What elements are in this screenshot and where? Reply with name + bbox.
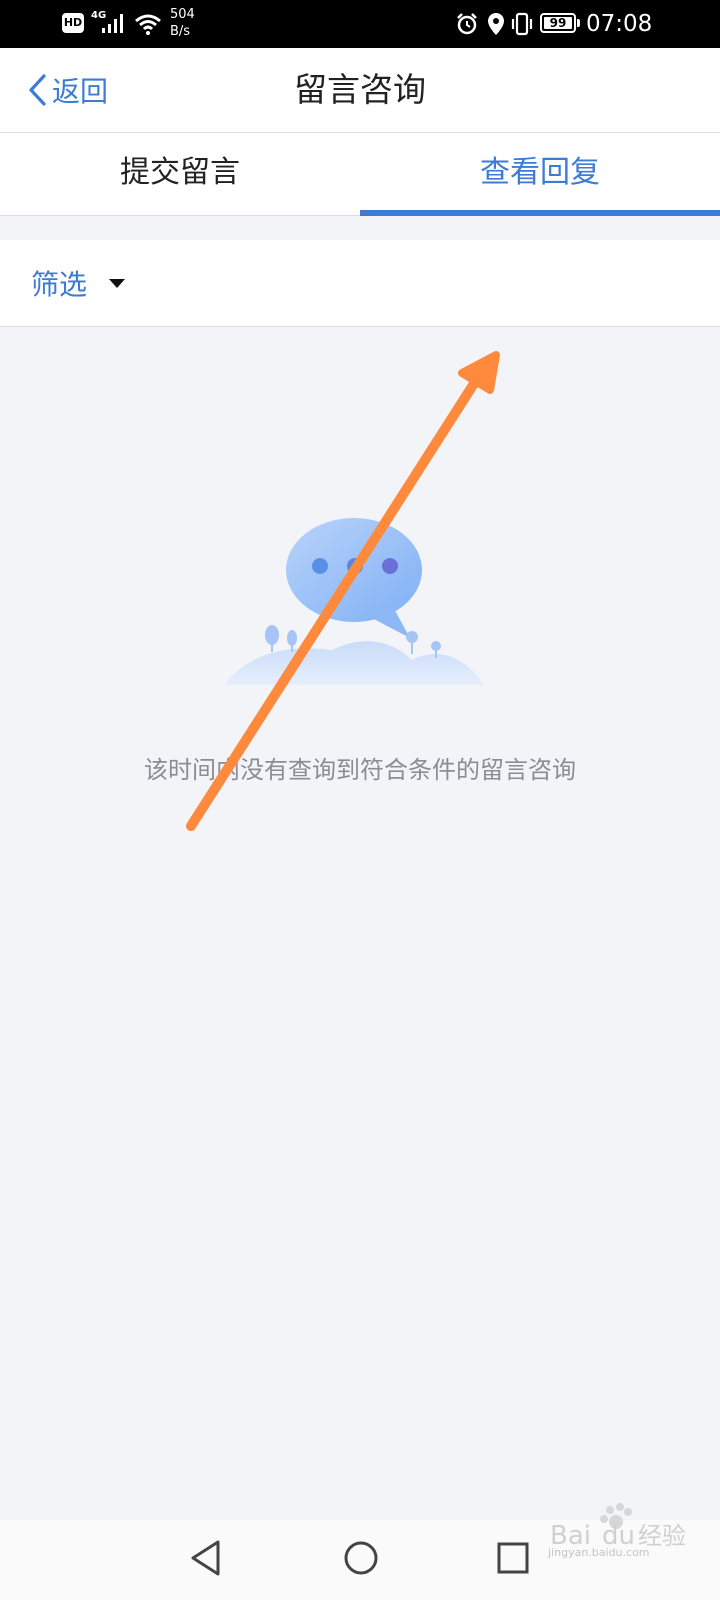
battery-tip <box>577 19 580 27</box>
speed-unit: B/s <box>170 24 191 39</box>
battery-icon: 99 <box>540 13 576 33</box>
vibrate-icon <box>511 12 533 36</box>
signal-icon <box>102 14 123 33</box>
alarm-icon <box>457 13 477 35</box>
nav-recent-icon[interactable] <box>496 1538 530 1578</box>
nav-back-icon[interactable] <box>188 1538 224 1578</box>
speed-value: 504 <box>170 7 195 22</box>
app-header: 返回 留言咨询 <box>0 48 720 133</box>
chat-bubble-illustration <box>224 518 484 685</box>
empty-state-message: 该时间内没有查询到符合条件的留言咨询 <box>144 756 576 784</box>
tab-submit-message[interactable]: 提交留言 <box>0 133 360 215</box>
tab-bar: 提交留言 查看回复 <box>0 133 720 216</box>
active-tab-indicator <box>360 210 720 216</box>
hd-badge: HD <box>62 13 84 33</box>
filter-dropdown[interactable]: 筛选 <box>31 240 126 326</box>
location-icon <box>488 13 504 35</box>
watermark-url: jingyan.baidu.com <box>548 1546 650 1559</box>
network-speed: 504 B/s <box>170 6 210 40</box>
clock: 07:08 <box>586 11 653 37</box>
status-bar: HD 4G 504 B/s 99 07:08 <box>0 0 720 48</box>
dropdown-caret-icon <box>109 278 126 288</box>
page-title: 留言咨询 <box>294 70 426 109</box>
filter-bar: 筛选 <box>0 240 720 327</box>
nav-home-icon[interactable] <box>342 1538 380 1578</box>
battery-level: 99 <box>544 17 572 29</box>
tab-view-replies[interactable]: 查看回复 <box>360 133 720 215</box>
wifi-icon <box>135 14 161 35</box>
filter-label: 筛选 <box>31 268 88 301</box>
